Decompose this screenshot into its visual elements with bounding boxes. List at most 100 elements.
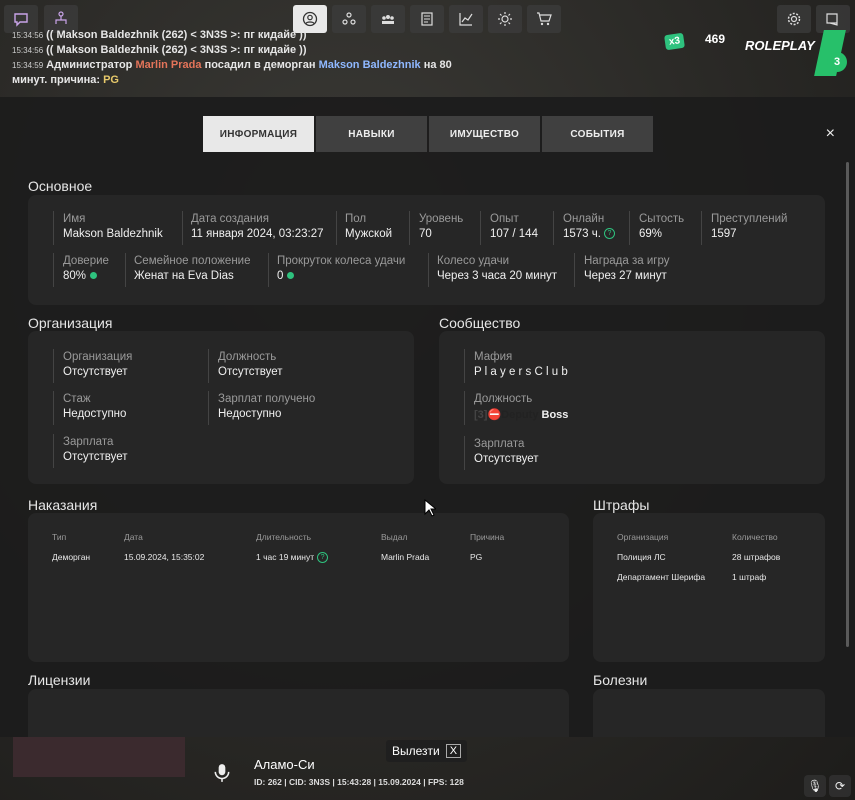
section-title-punishments: Наказания: [28, 497, 98, 513]
divider: [53, 349, 54, 383]
microphone-icon: [214, 764, 230, 782]
field-community-position: Должность [3]⛔Deputy Boss: [474, 393, 569, 421]
cart-icon: [537, 12, 552, 26]
logo-badge: 3: [827, 52, 847, 72]
divider: [464, 391, 465, 425]
exit-key: X: [445, 744, 462, 758]
field-crimes: Преступлений 1597: [711, 213, 788, 240]
tab-property[interactable]: ИМУЩЕСТВО: [429, 116, 540, 152]
field-salaries-received: Зарплат получено Недоступно: [218, 393, 316, 420]
divider: [53, 253, 54, 287]
field-mafia: Мафия P l a y e r s C l u b: [474, 351, 568, 378]
punishments-table: Тип Дата Длительность Выдал Причина Демо…: [28, 513, 569, 662]
divider: [574, 253, 575, 287]
divider: [428, 253, 429, 287]
field-exp: Опыт 107 / 144: [490, 213, 538, 240]
col-header: Организация: [617, 532, 669, 542]
field-reward: Награда за игру Через 27 минут: [584, 255, 670, 282]
tab-events[interactable]: СОБЫТИЯ: [542, 116, 653, 152]
gear-icon: [787, 12, 801, 26]
tab-bar: ИНФОРМАЦИЯ НАВЫКИ ИМУЩЕСТВО СОБЫТИЯ: [203, 116, 653, 152]
field-position: Должность Отсутствует: [218, 351, 283, 378]
section-title-community: Сообщество: [439, 315, 521, 331]
divider: [336, 211, 337, 245]
org-card: Организация Отсутствует Должность Отсутств…: [28, 331, 414, 484]
basic-card: Имя Makson Baldezhnik Дата создания 11 янв…: [28, 195, 825, 305]
tab-skills[interactable]: НАВЫКИ: [316, 116, 427, 152]
divider: [208, 349, 209, 383]
divider: [464, 436, 465, 470]
shop-button[interactable]: [527, 5, 561, 33]
document-icon: [421, 12, 433, 26]
col-header: Длительность: [256, 532, 312, 542]
help-icon[interactable]: ?: [603, 228, 615, 240]
group-icon: [382, 15, 394, 24]
field-organization: Организация Отсутствует: [63, 351, 133, 378]
table-cell: Департамент Шерифа: [617, 572, 706, 582]
punishments-card: Тип Дата Длительность Выдал Причина Демо…: [28, 513, 569, 662]
table-cell: PG: [470, 552, 483, 562]
divider: [53, 391, 54, 425]
field-online: Онлайн 1573 ч.?: [563, 213, 615, 240]
profile-icon: [302, 11, 318, 27]
profile-panel: ИНФОРМАЦИЯ НАВЫКИ ИМУЩЕСТВО СОБЫТИЯ × Ос…: [0, 97, 855, 737]
tab-info[interactable]: ИНФОРМАЦИЯ: [203, 116, 314, 152]
status-dot-icon: [287, 272, 295, 280]
divider: [701, 211, 702, 245]
cursor-icon: [424, 499, 436, 517]
table-cell: 15.09.2024, 15:35:02: [124, 552, 205, 562]
status-dot-icon: [90, 272, 98, 280]
close-button[interactable]: ×: [826, 125, 835, 143]
multiplier-badge: x3: [664, 32, 686, 51]
settings-sun-button[interactable]: [488, 5, 522, 33]
chart-icon: [459, 13, 473, 26]
server-logo: x3 469 ROLEPLAY 3: [664, 28, 847, 78]
divider: [53, 434, 54, 468]
table-cell: 28 штрафов: [732, 552, 781, 562]
reload-button[interactable]: ⟳: [829, 775, 851, 797]
table-cell: Деморган: [52, 552, 91, 562]
table-cell: 1 час 19 минут?: [256, 552, 329, 564]
table-cell: 1 штраф: [732, 572, 767, 582]
table-cell: Полиция ЛС: [617, 552, 666, 562]
chat-line-admin: 15:34:59 Администратор Marlin Prada посад…: [12, 59, 452, 86]
section-title-org: Организация: [28, 315, 113, 331]
exit-vehicle-prompt[interactable]: Вылезти X: [386, 740, 468, 762]
divider: [480, 211, 481, 245]
field-community-salary: Зарплата Отсутствует: [474, 438, 539, 465]
field-trust: Доверие 80%: [63, 255, 109, 282]
divider: [268, 253, 269, 287]
fines-table: Организация Количество Полиция ЛС 28 штр…: [593, 513, 825, 662]
microphone-icon: 🎙: [807, 779, 823, 793]
field-gender: Пол Мужской: [345, 213, 393, 240]
menu-icon: [826, 13, 838, 26]
divider: [409, 211, 410, 245]
divider: [53, 211, 54, 245]
online-count: 469: [705, 32, 726, 46]
voice-button[interactable]: 🎙: [804, 775, 826, 797]
licenses-card: [28, 689, 569, 737]
field-salary: Зарплата Отсутствует: [63, 436, 128, 463]
diseases-card: [593, 689, 825, 737]
scrollbar[interactable]: [846, 162, 849, 647]
divider: [629, 211, 630, 245]
chat-line: 15:34:56(( Makson Baldezhnik (262) < 3N3…: [12, 29, 307, 41]
chat-log: 15:34:56(( Makson Baldezhnik (262) < 3N3…: [12, 28, 462, 87]
minimap[interactable]: [13, 737, 185, 777]
divider: [553, 211, 554, 245]
section-title-licenses: Лицензии: [28, 672, 91, 688]
organization-icon: [342, 12, 356, 25]
hierarchy-icon: [55, 11, 67, 24]
col-header: Тип: [52, 532, 67, 542]
field-wheel: Колесо удачи Через 3 часа 20 минут: [437, 255, 558, 282]
community-card: Мафия P l a y e r s C l u b Должность [3]…: [439, 331, 825, 484]
field-family: Семейное положение Женат на Eva Dias: [134, 255, 251, 282]
field-created: Дата создания 11 января 2024, 03:23:27: [191, 213, 324, 240]
no-entry-icon: ⛔: [487, 409, 502, 421]
status-line: ID: 262 | CID: 3N3S | 15:43:28 | 15.09.2…: [254, 777, 464, 787]
divider: [208, 391, 209, 425]
help-icon[interactable]: ?: [317, 552, 329, 564]
logo-text: ROLEPLAY: [745, 38, 815, 53]
col-header: Выдал: [381, 532, 408, 542]
divider: [464, 349, 465, 383]
